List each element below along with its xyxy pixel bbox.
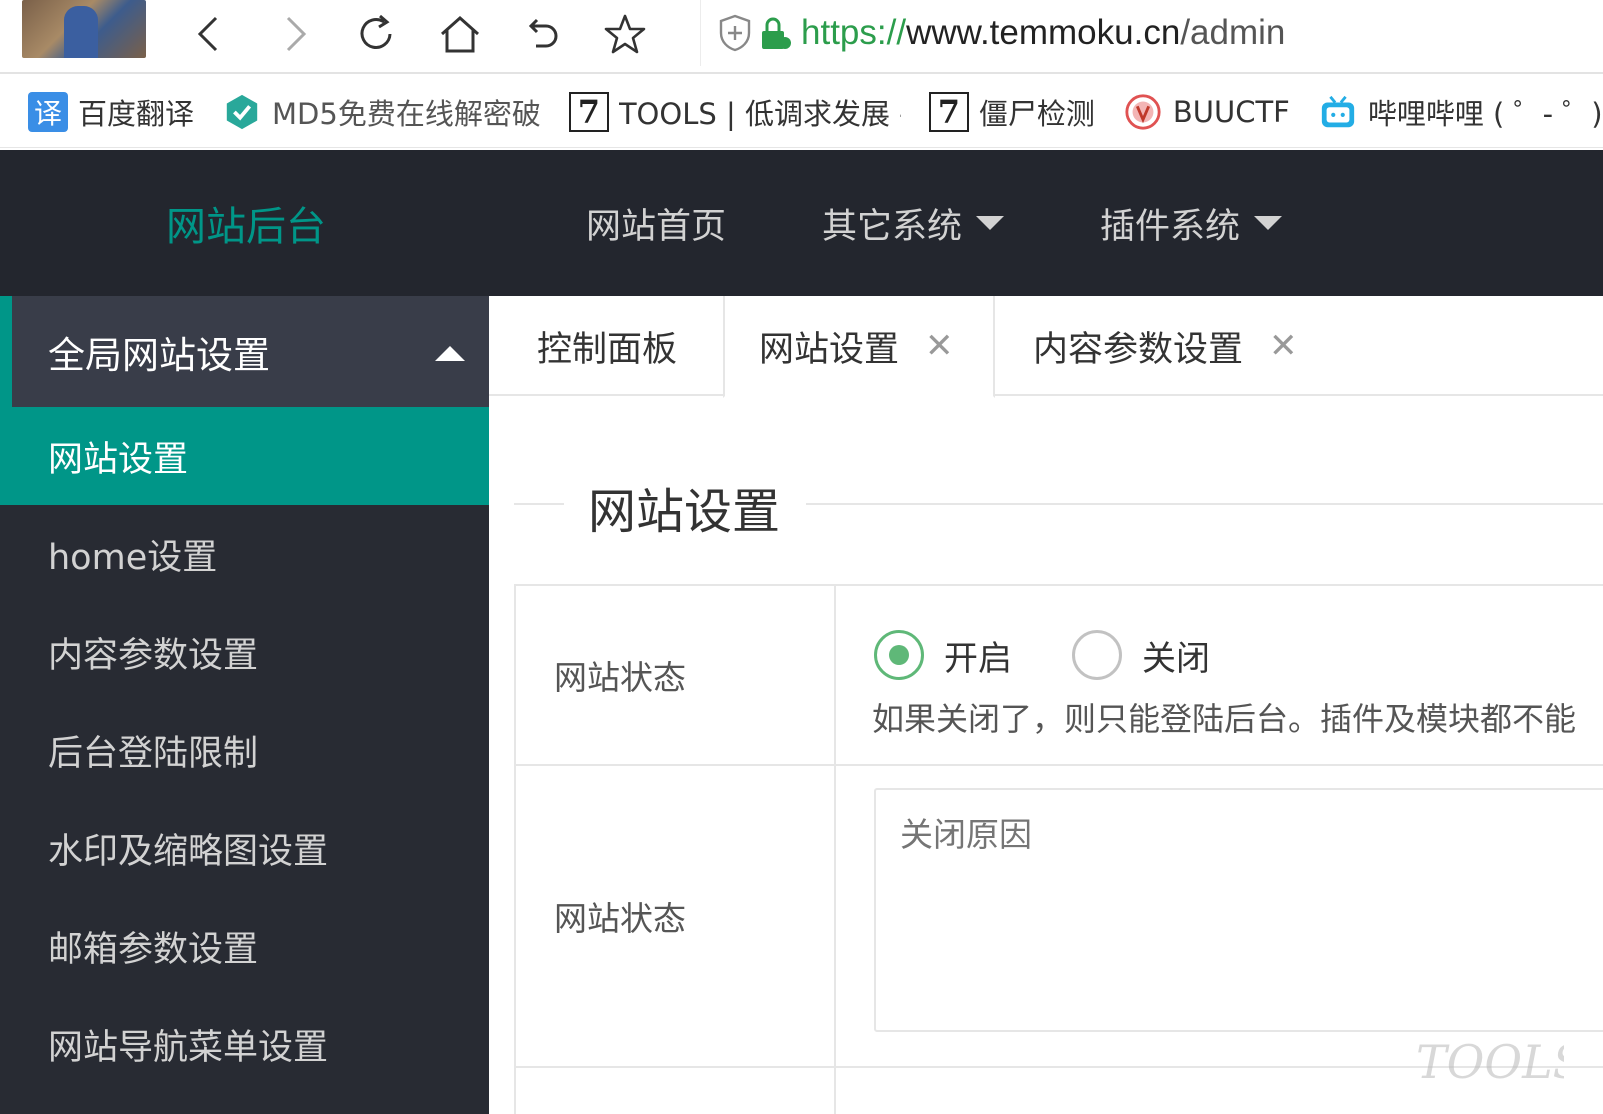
sidebar-group-label: 全局网站设置 (48, 333, 270, 377)
url-text[interactable]: https://www.temmoku.cn/admin (801, 13, 1285, 53)
bookmark-buuctf[interactable]: BUUCTF (1123, 92, 1290, 132)
bookmark-label: BUUCTF (1172, 94, 1290, 129)
divider (806, 503, 1603, 505)
bookmark-label: MD5免费在线解密破 (272, 96, 541, 131)
close-reason-textarea[interactable] (874, 788, 1603, 1032)
nav-plugin-system-label: 插件系统 (1100, 206, 1241, 247)
sidebar-group-global-settings[interactable]: 全局网站设置 (0, 296, 489, 407)
bookmark-tools[interactable]: 7 TOOLS | 低调求发展 - (568, 91, 901, 133)
md5-icon (222, 92, 262, 132)
url-host: www.temmoku.cn (906, 13, 1181, 52)
tab-site-settings[interactable]: 网站设置 ✕ (723, 296, 995, 398)
sidebar-item-login-limit[interactable]: 后台登陆限制 (0, 701, 489, 799)
page-title: 网站设置 (588, 484, 781, 540)
nav-home-label: 网站首页 (586, 206, 727, 247)
radio-unchecked-icon (1072, 630, 1122, 680)
sidebar-item-label: home设置 (48, 537, 218, 578)
sidebar-item-label: 内容参数设置 (48, 635, 259, 676)
radio-close[interactable]: 关闭 (1072, 630, 1210, 680)
bookmark-baidu-translate[interactable]: 译 百度翻译 (28, 91, 194, 133)
sidebar-item-label: 后台登陆限制 (48, 733, 259, 774)
sidebar-item-nav-menu[interactable]: 网站导航菜单设置 (0, 995, 489, 1093)
app-header: 网站后台 网站首页 其它系统 插件系统 (0, 150, 1603, 296)
tab-bar: 控制面板 网站设置 ✕ 内容参数设置 ✕ (489, 296, 1603, 398)
radio-open[interactable]: 开启 (874, 630, 1012, 680)
profile-avatar[interactable] (22, 0, 146, 58)
browser-toolbar: https://www.temmoku.cn/admin (0, 0, 1603, 74)
sidebar-item-watermark[interactable]: 水印及缩略图设置 (0, 799, 489, 897)
divider (514, 503, 564, 505)
bookmark-label: 僵尸检测 (978, 96, 1095, 131)
bookmark-label: 百度翻译 (78, 96, 195, 131)
sidebar-item-mail-params[interactable]: 邮箱参数设置 (0, 897, 489, 995)
caret-up-icon (435, 346, 465, 361)
bilibili-icon (1318, 92, 1358, 132)
field-label: 网站状态 (516, 586, 836, 764)
tab-content-params[interactable]: 内容参数设置 ✕ (995, 296, 1298, 396)
bookmark-star-button[interactable] (595, 6, 655, 62)
field-hint: 如果关闭了，则只能登陆后台。插件及模块都不能 (872, 700, 1577, 738)
shield-icon (719, 14, 751, 52)
form-row-close-reason: 网站状态 (516, 766, 1603, 1068)
form-row-site-status: 网站状态 开启 关闭 如果关闭了，则只能登陆后台。插件及模块都不能 (516, 586, 1603, 766)
sidebar-item-label: 水印及缩略图设置 (48, 831, 329, 872)
lock-icon (762, 17, 791, 49)
home-button[interactable] (430, 6, 490, 62)
sidebar-item-content-params[interactable]: 内容参数设置 (0, 603, 489, 701)
field-label: 网站状态 (516, 766, 836, 1066)
caret-down-icon (976, 216, 1005, 230)
reload-icon (360, 14, 392, 49)
sidebar-item-label: 邮箱参数设置 (48, 929, 259, 970)
tools-icon: 7 (928, 91, 969, 132)
top-nav: 网站首页 其它系统 插件系统 (586, 150, 1378, 296)
back-button[interactable] (180, 6, 240, 62)
sidebar-item-site-settings[interactable]: 网站设置 (0, 407, 489, 505)
nav-other-systems-label: 其它系统 (822, 206, 963, 247)
svg-text:TOOLS: TOOLS (1416, 1035, 1564, 1089)
chevron-right-icon (286, 16, 307, 52)
fieldset-title: 网站设置 (514, 472, 1603, 540)
radio-label: 关闭 (1142, 638, 1210, 679)
undo-close-tab-button[interactable] (512, 6, 572, 62)
admin-logo[interactable]: 网站后台 (166, 194, 326, 252)
radio-label: 开启 (944, 638, 1012, 679)
bookmarks-bar: 译 百度翻译 MD5免费在线解密破 7 TOOLS | 低调求发展 - 7 僵尸… (0, 76, 1603, 148)
nav-home[interactable]: 网站首页 (586, 198, 726, 249)
undo-icon (528, 18, 558, 48)
bookmark-label: TOOLS | 低调求发展 - (618, 96, 901, 131)
radio-checked-icon (874, 630, 924, 680)
sidebar-item-home-settings[interactable]: home设置 (0, 505, 489, 603)
bookmark-bilibili[interactable]: 哔哩哔哩 ( ゜- ゜)つロ (1318, 91, 1603, 133)
forward-button[interactable] (264, 6, 324, 62)
field-label (516, 1068, 836, 1114)
sidebar: 全局网站设置 网站设置 home设置 内容参数设置 后台登陆限制 水印及缩略图设… (0, 296, 489, 1114)
tools-icon: 7 (568, 91, 609, 132)
address-bar[interactable]: https://www.temmoku.cn/admin (700, 0, 1603, 66)
nav-other-systems[interactable]: 其它系统 (822, 198, 1005, 249)
tab-label: 网站设置 (759, 329, 900, 370)
url-path: /admin (1180, 13, 1286, 52)
caret-down-icon (1254, 216, 1283, 230)
bookmark-zombie-check[interactable]: 7 僵尸检测 (928, 91, 1095, 133)
reload-button[interactable] (346, 6, 406, 62)
close-icon[interactable]: ✕ (925, 326, 954, 366)
bookmark-md5[interactable]: MD5免费在线解密破 (222, 91, 541, 133)
nav-plugin-system[interactable]: 插件系统 (1100, 198, 1283, 249)
close-icon[interactable]: ✕ (1269, 326, 1298, 366)
tab-label: 控制面板 (537, 329, 678, 370)
site-status-radio-group: 开启 关闭 (874, 630, 1270, 680)
bookmark-label: 哔哩哔哩 ( ゜- ゜)つロ (1367, 96, 1603, 131)
chevron-left-icon (197, 16, 218, 52)
buuctf-icon (1123, 92, 1163, 132)
baidu-translate-icon: 译 (28, 91, 68, 132)
tools-watermark: TOOLS (1416, 1035, 1564, 1089)
home-icon (441, 15, 479, 53)
tab-dashboard[interactable]: 控制面板 (489, 296, 723, 396)
sidebar-item-label: 网站设置 (48, 439, 189, 480)
url-protocol: https:// (801, 13, 907, 52)
star-icon (604, 14, 646, 54)
tab-label: 内容参数设置 (1033, 329, 1244, 370)
sidebar-item-label: 网站导航菜单设置 (48, 1027, 329, 1068)
